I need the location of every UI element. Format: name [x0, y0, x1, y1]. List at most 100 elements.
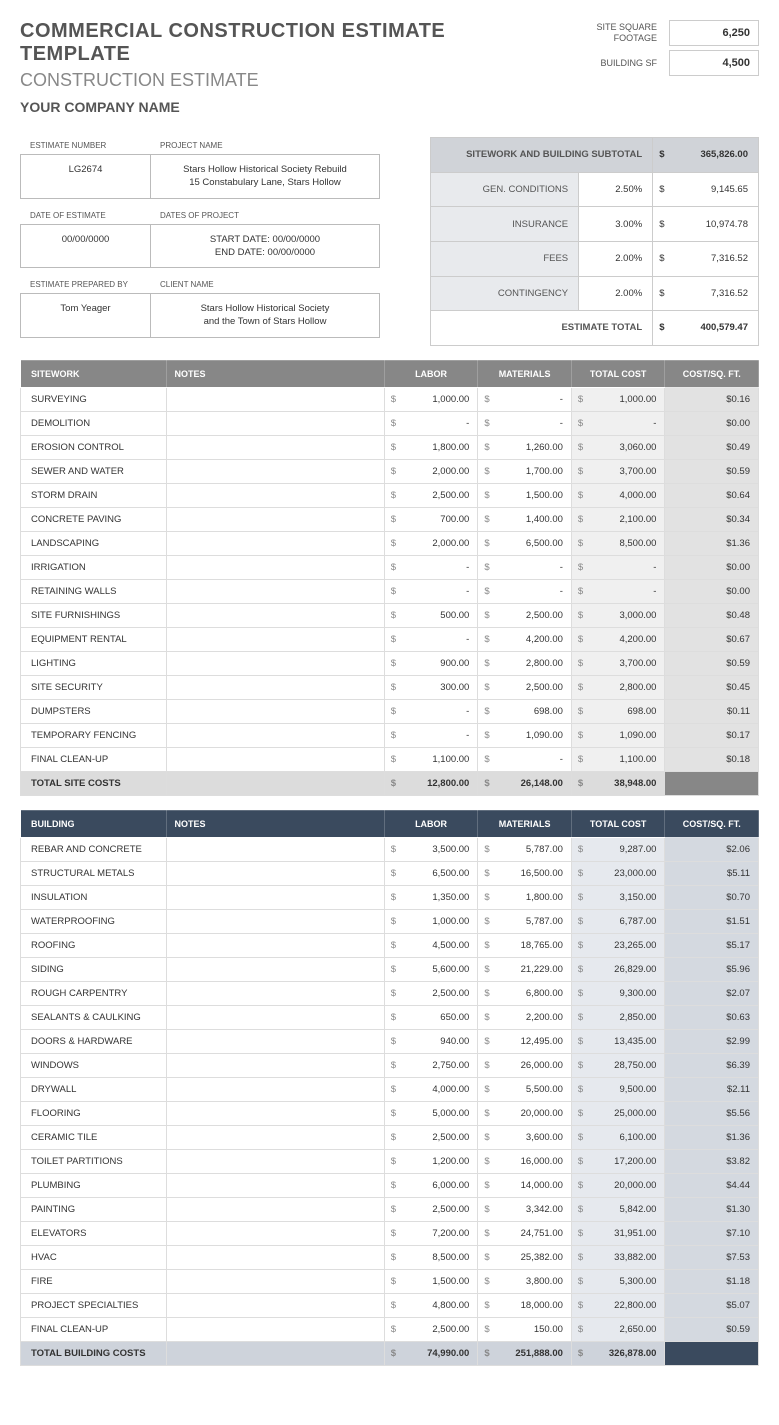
row-total: $4,200.00 [571, 627, 665, 651]
table-row: ROOFING $4,500.00 $18,765.00 $23,265.00 … [21, 933, 759, 957]
col-labor: LABOR [384, 360, 478, 387]
row-labor: $1,000.00 [384, 387, 478, 411]
row-total: $4,000.00 [571, 483, 665, 507]
table-row: WINDOWS $2,750.00 $26,000.00 $28,750.00 … [21, 1053, 759, 1077]
row-name: SEWER AND WATER [21, 459, 167, 483]
row-name: EROSION CONTROL [21, 435, 167, 459]
summary-row-amt: $9,145.65 [653, 172, 759, 207]
row-labor: $1,350.00 [384, 885, 478, 909]
table-row: SITE FURNISHINGS $500.00 $2,500.00 $3,00… [21, 603, 759, 627]
table-row: SURVEYING $1,000.00 $- $1,000.00 $0.16 [21, 387, 759, 411]
row-labor: $8,500.00 [384, 1245, 478, 1269]
row-cost-sqft: $0.67 [665, 627, 759, 651]
col-notes: NOTES [166, 360, 384, 387]
client-name-label: CLIENT NAME [150, 276, 224, 293]
building-sf-value: 4,500 [669, 50, 759, 76]
project-name: Stars Hollow Historical Society Rebuild … [151, 155, 379, 198]
row-name: SEALANTS & CAULKING [21, 1005, 167, 1029]
row-total: $5,842.00 [571, 1197, 665, 1221]
row-cost-sqft: $1.36 [665, 1125, 759, 1149]
row-name: LANDSCAPING [21, 531, 167, 555]
project-name-label: PROJECT NAME [150, 137, 233, 154]
row-cost-sqft: $0.59 [665, 651, 759, 675]
summary-row-pct: 3.00% [579, 207, 653, 242]
row-cost-sqft: $0.00 [665, 411, 759, 435]
row-materials: $2,500.00 [478, 675, 572, 699]
row-notes [166, 1317, 384, 1341]
row-materials: $5,787.00 [478, 837, 572, 861]
row-notes [166, 1101, 384, 1125]
table-row: DUMPSTERS $- $698.00 $698.00 $0.11 [21, 699, 759, 723]
row-name: TOILET PARTITIONS [21, 1149, 167, 1173]
site-sqft-value: 6,250 [669, 20, 759, 46]
row-cost-sqft: $2.99 [665, 1029, 759, 1053]
row-total: $3,700.00 [571, 651, 665, 675]
table-row: REBAR AND CONCRETE $3,500.00 $5,787.00 $… [21, 837, 759, 861]
row-name: ROOFING [21, 933, 167, 957]
row-cost-sqft: $0.59 [665, 1317, 759, 1341]
row-cost-sqft: $0.45 [665, 675, 759, 699]
date-of-estimate: 00/00/0000 [21, 225, 151, 268]
row-cost-sqft: $0.00 [665, 555, 759, 579]
subtotal-value: 365,826.00 [700, 149, 748, 160]
table-row: PLUMBING $6,000.00 $14,000.00 $20,000.00… [21, 1173, 759, 1197]
row-total: $- [571, 579, 665, 603]
row-materials: $1,090.00 [478, 723, 572, 747]
row-labor: $2,000.00 [384, 459, 478, 483]
row-notes [166, 861, 384, 885]
row-total: $1,000.00 [571, 387, 665, 411]
row-total: $6,787.00 [571, 909, 665, 933]
row-notes [166, 1221, 384, 1245]
row-total: $5,300.00 [571, 1269, 665, 1293]
row-notes [166, 957, 384, 981]
row-name: SURVEYING [21, 387, 167, 411]
row-notes [166, 1077, 384, 1101]
row-total: $13,435.00 [571, 1029, 665, 1053]
row-materials: $20,000.00 [478, 1101, 572, 1125]
row-materials: $3,600.00 [478, 1125, 572, 1149]
row-notes [166, 387, 384, 411]
row-name: SIDING [21, 957, 167, 981]
row-labor: $6,500.00 [384, 861, 478, 885]
row-notes [166, 1173, 384, 1197]
row-total: $3,150.00 [571, 885, 665, 909]
row-notes [166, 1197, 384, 1221]
total-cost: $38,948.00 [571, 771, 665, 795]
row-cost-sqft: $6.39 [665, 1053, 759, 1077]
row-name: EQUIPMENT RENTAL [21, 627, 167, 651]
row-materials: $18,000.00 [478, 1293, 572, 1317]
table-row: DEMOLITION $- $- $- $0.00 [21, 411, 759, 435]
row-total: $23,265.00 [571, 933, 665, 957]
col-labor: LABOR [384, 810, 478, 837]
col-cost-sqft: COST/SQ. FT. [665, 360, 759, 387]
col-total-cost: TOTAL COST [571, 360, 665, 387]
row-name: FIRE [21, 1269, 167, 1293]
row-cost-sqft: $0.49 [665, 435, 759, 459]
row-total: $3,060.00 [571, 435, 665, 459]
row-labor: $300.00 [384, 675, 478, 699]
row-notes [166, 1029, 384, 1053]
table-row: CONCRETE PAVING $700.00 $1,400.00 $2,100… [21, 507, 759, 531]
row-notes [166, 675, 384, 699]
total-materials: $251,888.00 [478, 1341, 572, 1365]
col-sitework: SITEWORK [21, 360, 167, 387]
row-total: $20,000.00 [571, 1173, 665, 1197]
row-total: $9,287.00 [571, 837, 665, 861]
row-materials: $6,500.00 [478, 531, 572, 555]
table-row: HVAC $8,500.00 $25,382.00 $33,882.00 $7.… [21, 1245, 759, 1269]
row-materials: $2,500.00 [478, 603, 572, 627]
row-labor: $- [384, 699, 478, 723]
row-total: $2,650.00 [571, 1317, 665, 1341]
summary-row-amt: $7,316.52 [653, 241, 759, 276]
row-notes [166, 1149, 384, 1173]
row-total: $23,000.00 [571, 861, 665, 885]
summary-table: SITEWORK AND BUILDING SUBTOTAL$365,826.0… [430, 137, 759, 346]
row-name: WATERPROOFING [21, 909, 167, 933]
row-labor: $- [384, 723, 478, 747]
row-notes [166, 555, 384, 579]
row-name: WINDOWS [21, 1053, 167, 1077]
row-materials: $3,800.00 [478, 1269, 572, 1293]
row-notes [166, 531, 384, 555]
row-materials: $25,382.00 [478, 1245, 572, 1269]
table-row: ROUGH CARPENTRY $2,500.00 $6,800.00 $9,3… [21, 981, 759, 1005]
